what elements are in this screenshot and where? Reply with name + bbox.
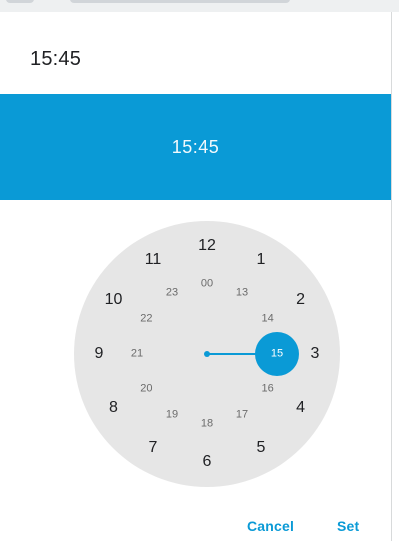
hour-outer-12[interactable]: 12 xyxy=(198,238,216,254)
hour-outer-4[interactable]: 4 xyxy=(296,400,305,416)
hour-inner-22[interactable]: 22 xyxy=(140,313,152,325)
hour-outer-6[interactable]: 6 xyxy=(203,454,212,470)
hour-inner-20[interactable]: 20 xyxy=(140,383,152,395)
hour-inner-16[interactable]: 16 xyxy=(261,383,273,395)
hour-outer-3[interactable]: 3 xyxy=(311,346,320,362)
background-blurred-icon xyxy=(6,0,34,3)
hour-inner-00[interactable]: 00 xyxy=(201,278,213,290)
hour-outer-2[interactable]: 2 xyxy=(296,292,305,308)
header-time[interactable]: 15:45 xyxy=(0,137,391,158)
hour-outer-9[interactable]: 9 xyxy=(95,346,104,362)
hour-outer-11[interactable]: 11 xyxy=(145,252,162,268)
set-button[interactable]: Set xyxy=(337,518,359,534)
hour-outer-5[interactable]: 5 xyxy=(257,439,266,456)
dialog-title: 15:45 xyxy=(30,48,82,70)
time-picker-dialog: 15:45 15:45 12 1 2 3 4 5 6 7 8 9 10 11 00 13 14 15 16 17 1… xyxy=(0,12,392,541)
hour-inner-14[interactable]: 14 xyxy=(261,313,273,325)
hour-inner-19[interactable]: 19 xyxy=(166,409,178,420)
background-app-strip xyxy=(0,0,399,12)
hour-inner-18[interactable]: 18 xyxy=(201,418,213,430)
background-blurred-text xyxy=(70,0,290,3)
time-header: 15:45 xyxy=(0,94,391,200)
hour-inner-21[interactable]: 21 xyxy=(131,348,143,360)
hour-inner-15[interactable]: 15 xyxy=(271,348,283,360)
hour-inner-13[interactable]: 13 xyxy=(236,287,248,299)
hour-inner-17[interactable]: 17 xyxy=(236,409,248,420)
clock-dial[interactable]: 12 1 2 3 4 5 6 7 8 9 10 11 00 13 14 15 16 17 18 19 20 21 22 23 xyxy=(74,221,340,487)
clock-center-dot xyxy=(204,351,210,357)
hour-inner-23[interactable]: 23 xyxy=(166,287,178,299)
cancel-button[interactable]: Cancel xyxy=(247,518,294,534)
hour-outer-1[interactable]: 1 xyxy=(257,252,266,268)
hour-outer-10[interactable]: 10 xyxy=(105,292,123,308)
hour-outer-8[interactable]: 8 xyxy=(109,400,118,416)
hour-outer-7[interactable]: 7 xyxy=(149,439,158,456)
